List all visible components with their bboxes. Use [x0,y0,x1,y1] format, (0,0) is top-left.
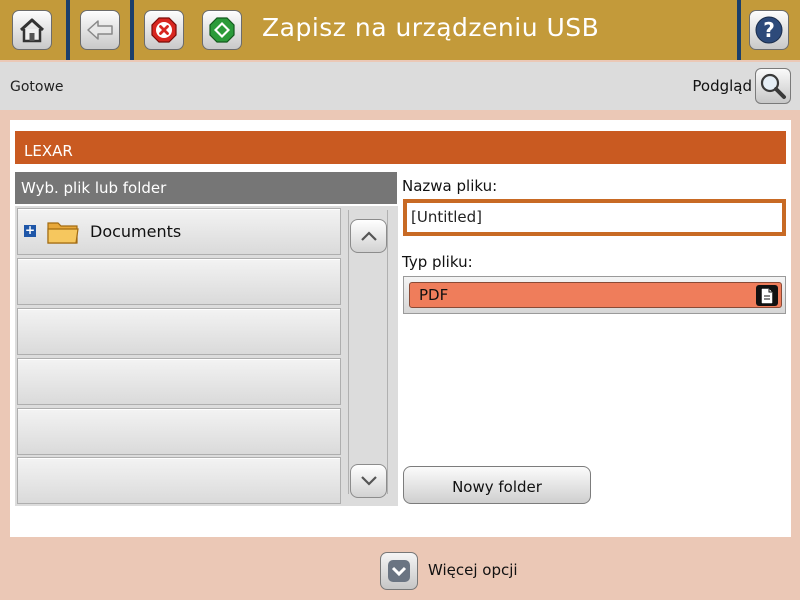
home-tile [0,0,66,60]
svg-text:?: ? [763,18,775,42]
list-item[interactable]: + Documents [17,208,341,255]
list-item[interactable] [17,258,341,305]
filetype-select[interactable]: PDF [403,276,786,314]
folder-icon [46,218,80,250]
preview-label: Podgląd [692,77,752,95]
list-item-label: Documents [90,222,182,241]
scrollbar[interactable] [348,210,388,498]
more-options-button[interactable] [380,552,418,590]
status-text: Gotowe [10,79,64,95]
filename-field[interactable]: [Untitled] [403,199,786,236]
chevron-down-icon [360,476,377,486]
list-item[interactable] [17,457,341,504]
preview-button[interactable] [755,68,791,104]
file-list: + Documents [15,206,398,506]
expand-icon[interactable]: + [24,224,36,237]
status-bar: Gotowe Podgląd [0,62,800,110]
new-folder-button[interactable]: Nowy folder [403,466,591,504]
chevron-down-icon [388,560,410,582]
list-item[interactable] [17,358,341,405]
filetype-label: Typ pliku: [402,253,473,271]
stop-icon [151,17,177,43]
home-button[interactable] [12,10,52,50]
scroll-down-button[interactable] [350,464,387,498]
main-panel: LEXAR Wyb. plik lub folder + Documents N… [10,120,791,537]
list-item[interactable] [17,408,341,455]
filename-label: Nazwa pliku: [402,177,498,195]
help-button[interactable]: ? [749,10,789,50]
magnifier-icon [760,73,786,99]
device-name: LEXAR [15,131,786,164]
document-dropdown-icon[interactable] [756,285,778,306]
filetype-value-box[interactable]: PDF [409,282,782,308]
start-icon [209,17,235,43]
start-button[interactable] [202,10,242,50]
help-tile: ? [741,0,800,60]
filetype-value: PDF [419,286,449,304]
top-bar: Zapisz na urządzeniu USB ? [0,0,800,60]
back-arrow-icon [87,20,113,40]
title-bar: Zapisz na urządzeniu USB [134,0,737,60]
more-options-label: Więcej opcji [428,561,518,579]
back-button[interactable] [80,10,120,50]
home-icon [19,18,45,43]
help-icon: ? [755,16,783,44]
page-title: Zapisz na urządzeniu USB [262,13,600,42]
scroll-up-button[interactable] [350,219,387,253]
chevron-up-icon [360,231,377,241]
stop-button[interactable] [144,10,184,50]
back-tile [70,0,130,60]
file-list-header: Wyb. plik lub folder [15,172,397,204]
list-item[interactable] [17,308,341,355]
